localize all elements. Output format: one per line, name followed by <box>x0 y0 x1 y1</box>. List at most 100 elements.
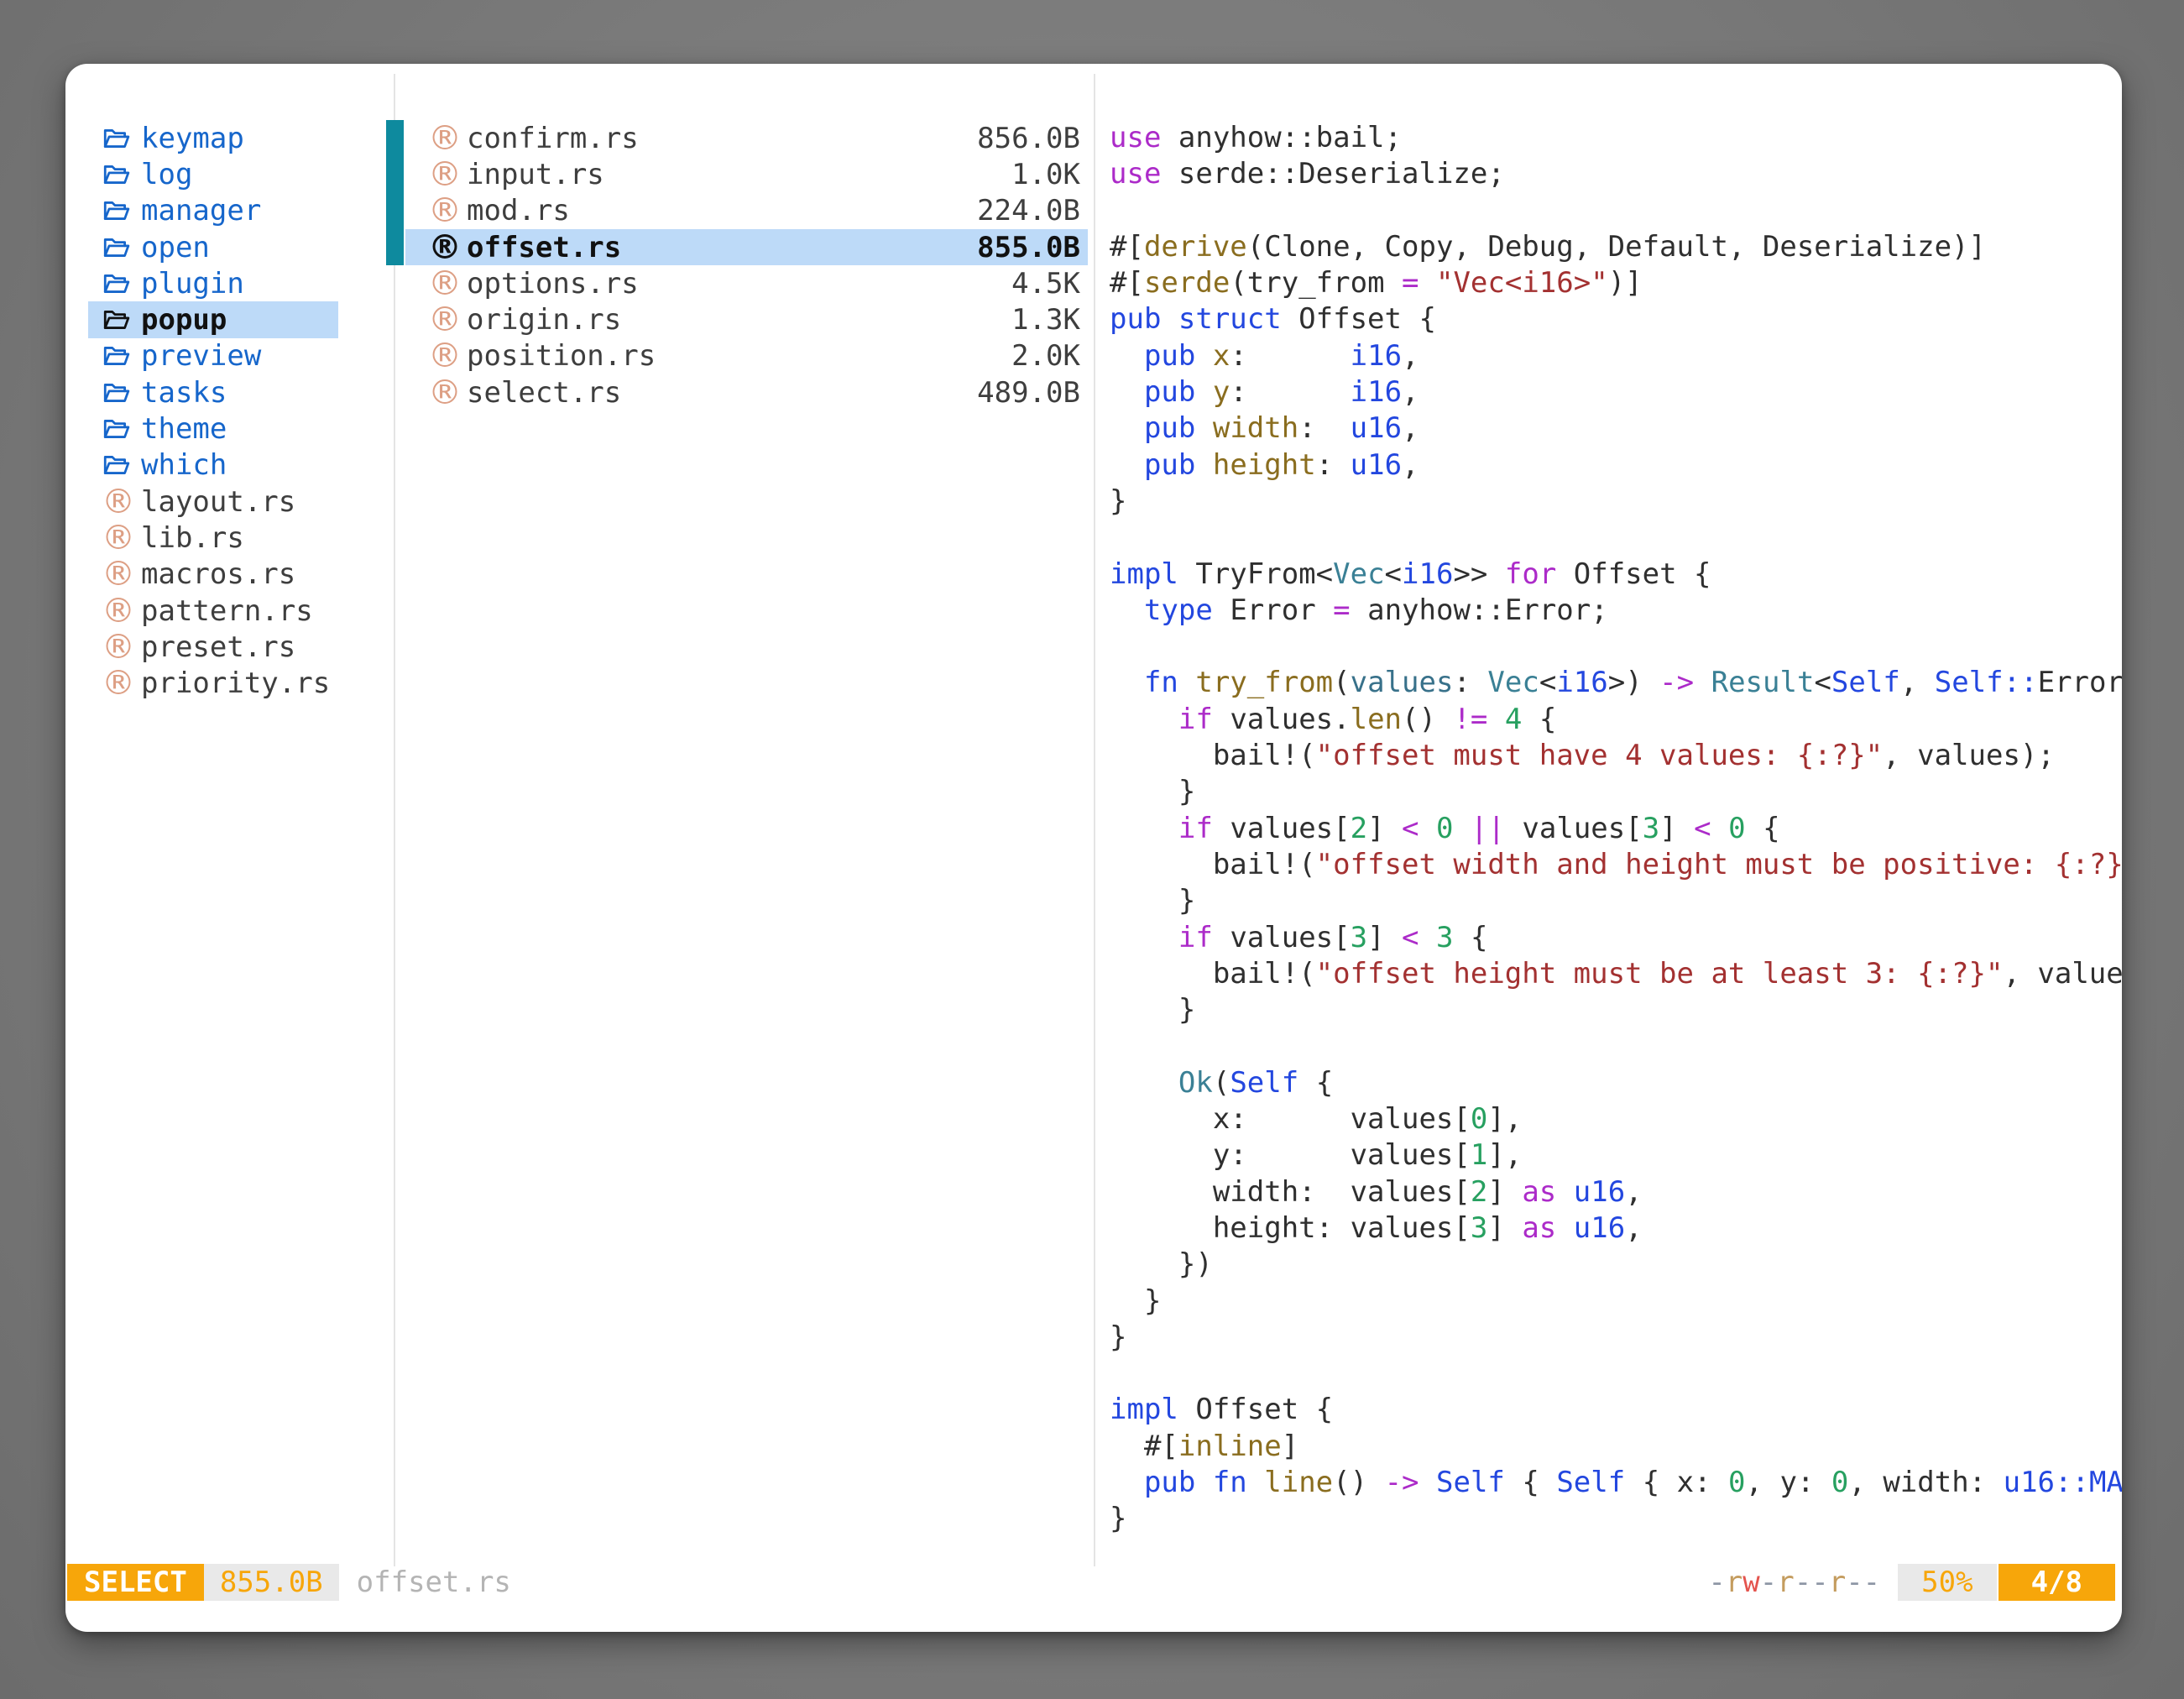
sidebar-item-label: theme <box>141 412 227 446</box>
code-line: } <box>1110 774 2122 810</box>
sidebar-item-label: preview <box>141 339 261 373</box>
sidebar-item-manager[interactable]: manager <box>88 193 338 229</box>
code-line <box>1110 193 2122 229</box>
sidebar-item-plugin[interactable]: plugin <box>88 265 338 301</box>
sidebar-item-popup[interactable]: popup <box>88 301 338 337</box>
code-line: type Error = anyhow::Error; <box>1110 593 2122 629</box>
file-row-mod-rs[interactable]: ®mod.rs224.0B <box>405 193 1088 229</box>
open-folder-icon <box>102 342 130 370</box>
file-row-origin-rs[interactable]: ® origin.rs 1.3K <box>405 301 1088 337</box>
code-line <box>1110 1028 2122 1064</box>
sidebar-item-macros-rs[interactable]: ® macros.rs <box>88 557 338 593</box>
file-row-options-rs[interactable]: ®options.rs4.5K <box>405 265 1088 301</box>
code-line: fn try_from(values: Vec<i16>) -> Result<… <box>1110 665 2122 701</box>
file-row-input-rs[interactable]: ® input.rs 1.0K <box>405 156 1088 192</box>
rust-file-icon: ® <box>428 306 457 334</box>
code-line: width: values[2] as u16, <box>1110 1174 2122 1210</box>
sidebar-item-open[interactable]: open <box>88 229 338 265</box>
sidebar-item-layout-rs[interactable]: ®layout.rs <box>88 484 338 520</box>
file-row-select-rs[interactable]: ®select.rs489.0B <box>405 374 1088 410</box>
open-folder-icon <box>102 415 130 443</box>
open-folder-icon <box>102 451 130 479</box>
sidebar-item-label: log <box>141 158 192 191</box>
sidebar-item-label: manager <box>141 194 261 227</box>
sidebar-item-keymap[interactable]: keymap <box>88 120 338 156</box>
open-folder-icon <box>102 124 130 153</box>
sidebar-item-preview[interactable]: preview <box>88 338 338 374</box>
open-folder-icon <box>102 306 130 334</box>
code-line <box>1110 629 2122 665</box>
current-directory-list: ®confirm.rs856.0B®input.rs1.0K®mod.rs224… <box>405 120 1088 410</box>
file-name: offset.rs <box>467 231 621 264</box>
rust-file-icon: ® <box>102 524 130 552</box>
sidebar-item-lib-rs[interactable]: ® lib.rs <box>88 520 338 556</box>
sidebar-item-label: pattern.rs <box>141 594 313 628</box>
code-line: impl Offset { <box>1110 1392 2122 1428</box>
mode-badge: SELECT <box>67 1564 204 1601</box>
code-line: if values.len() != 4 { <box>1110 702 2122 738</box>
status-bar: SELECT 855.0B offset.rs -rw-r--r-- 50% 4… <box>65 1564 2122 1601</box>
sidebar-item-label: macros.rs <box>141 557 295 591</box>
rust-file-icon: ® <box>102 633 130 661</box>
code-line: #[serde(try_from = "Vec<i16>")] <box>1110 265 2122 301</box>
rust-file-icon: ® <box>102 560 130 588</box>
rust-file-icon: ® <box>428 124 457 153</box>
rust-file-icon: ® <box>428 160 457 189</box>
code-line: pub struct Offset { <box>1110 301 2122 337</box>
code-line: #[inline] <box>1110 1429 2122 1465</box>
rust-file-icon: ® <box>102 597 130 625</box>
code-line: pub fn line() -> Self { Self { x: 0, y: … <box>1110 1465 2122 1501</box>
sidebar-item-label: layout.rs <box>141 485 295 519</box>
sidebar-item-theme[interactable]: theme <box>88 410 338 447</box>
file-size: 2.0K <box>1011 339 1080 373</box>
code-line: if values[3] < 3 { <box>1110 920 2122 956</box>
sidebar-item-tasks[interactable]: tasks <box>88 374 338 410</box>
sidebar-item-label: which <box>141 448 227 482</box>
sidebar-item-which[interactable]: which <box>88 447 338 484</box>
file-row-confirm-rs[interactable]: ®confirm.rs856.0B <box>405 120 1088 156</box>
file-name: confirm.rs <box>467 122 639 155</box>
code-line <box>1110 1356 2122 1392</box>
permissions-text: -rw-r--r-- <box>1708 1566 1880 1599</box>
code-line: pub width: u16, <box>1110 410 2122 447</box>
file-name: origin.rs <box>467 303 621 337</box>
sidebar-item-label: tasks <box>141 376 227 410</box>
code-line: height: values[3] as u16, <box>1110 1210 2122 1247</box>
sidebar-item-pattern-rs[interactable]: ® pattern.rs <box>88 593 338 629</box>
sidebar-item-label: preset.rs <box>141 630 295 664</box>
file-size: 1.3K <box>1011 303 1080 337</box>
code-line: impl TryFrom<Vec<i16>> for Offset { <box>1110 557 2122 593</box>
file-size: 4.5K <box>1011 267 1080 301</box>
code-line: } <box>1110 992 2122 1028</box>
code-line <box>1110 520 2122 556</box>
open-folder-icon <box>102 379 130 407</box>
code-line: } <box>1110 1320 2122 1356</box>
sidebar-item-label: lib.rs <box>141 521 244 555</box>
file-size-chip: 855.0B <box>204 1564 339 1601</box>
sidebar-item-label: open <box>141 231 210 264</box>
scroll-percent-chip: 50% <box>1898 1564 1996 1601</box>
sidebar-item-priority-rs[interactable]: ®priority.rs <box>88 665 338 701</box>
code-line: use serde::Deserialize; <box>1110 156 2122 192</box>
sidebar-item-preset-rs[interactable]: ® preset.rs <box>88 629 338 665</box>
rust-file-icon: ® <box>428 269 457 298</box>
active-files-marker <box>386 120 404 265</box>
code-line: } <box>1110 1501 2122 1537</box>
status-filename: offset.rs <box>357 1566 511 1599</box>
code-line: pub height: u16, <box>1110 447 2122 484</box>
code-line: pub x: i16, <box>1110 338 2122 374</box>
code-line: } <box>1110 484 2122 520</box>
file-size: 224.0B <box>977 194 1080 227</box>
open-folder-icon <box>102 269 130 298</box>
file-name: input.rs <box>467 158 604 191</box>
sidebar-item-label: popup <box>141 303 227 337</box>
file-size: 489.0B <box>977 376 1080 410</box>
sidebar-item-log[interactable]: log <box>88 156 338 192</box>
file-size: 1.0K <box>1011 158 1080 191</box>
file-row-offset-rs[interactable]: ®offset.rs855.0B <box>405 229 1088 265</box>
rust-file-icon: ® <box>102 669 130 698</box>
open-folder-icon <box>102 160 130 189</box>
code-line: } <box>1110 1283 2122 1320</box>
sidebar-item-label: keymap <box>141 122 244 155</box>
file-row-position-rs[interactable]: ®position.rs2.0K <box>405 338 1088 374</box>
